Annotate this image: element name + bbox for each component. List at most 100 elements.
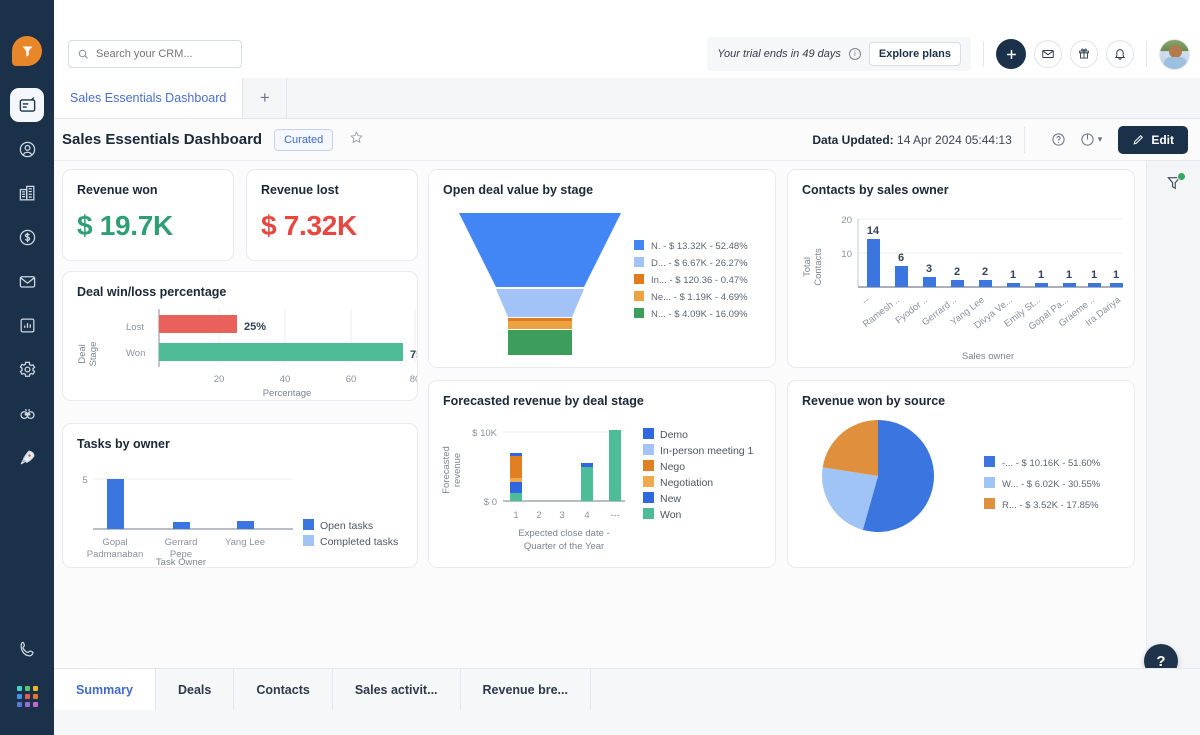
divider [983,41,984,67]
gift-icon[interactable] [1070,40,1098,68]
svg-text:20: 20 [841,215,852,226]
svg-text:Completed tasks: Completed tasks [320,536,398,548]
card-open-deal-value[interactable]: Open deal value by stage N. - $ 13.32K -… [428,169,776,368]
svg-text:Expected close date -: Expected close date - [518,528,609,539]
edit-button[interactable]: Edit [1118,125,1188,154]
tab-sales-essentials-dashboard[interactable]: Sales Essentials Dashboard [54,78,244,118]
search-box[interactable] [68,40,242,68]
help-circle-icon[interactable] [1051,132,1066,147]
phone-icon[interactable] [10,632,44,666]
svg-text:In-person meeting 1: In-person meeting 1 [660,445,754,457]
svg-text:Stage: Stage [88,342,99,367]
trial-banner: Your trial ends in 49 days i Explore pla… [707,37,971,71]
svg-text:Padmanaban: Padmanaban [87,549,144,560]
bell-icon[interactable] [1106,40,1134,68]
divider-2 [1146,41,1147,67]
card-title: Revenue won by source [802,394,946,408]
left-nav-rail [0,0,54,735]
card-forecasted-revenue[interactable]: Forecasted revenue by deal stage Forecas… [428,380,776,568]
card-title: Revenue won [77,183,158,197]
svg-text:New: New [660,493,681,505]
favorite-star-icon[interactable] [349,130,364,150]
search-icon [78,49,88,59]
sidebar-item-deals[interactable] [10,220,44,254]
chart-contacts-by-sales-owner: Total Contacts 20 10 14 6 3 2 2 1 1 1 1 … [802,215,1123,362]
filter-check-icon[interactable] [1166,172,1186,668]
card-contacts-by-sales-owner[interactable]: Contacts by sales owner Total Contacts 2… [787,169,1135,368]
svg-text:1: 1 [513,510,518,521]
apps-grid-icon[interactable] [16,686,38,707]
card-revenue-won[interactable]: Revenue won $ 19.7K [62,169,234,261]
svg-text:Won: Won [126,348,145,359]
svg-text:20: 20 [214,374,225,385]
sidebar-item-notes[interactable] [10,88,44,122]
svg-text:4: 4 [584,510,589,521]
svg-text:N. - $ 13.32K - 52.48%: N. - $ 13.32K - 52.48% [651,241,748,252]
pie-legend: -... - $ 10.16K - 51.60% W... - $ 6.02K … [984,456,1101,511]
sidebar-item-bot[interactable] [10,396,44,430]
dashboard-canvas: Revenue won $ 19.7K Revenue lost $ 7.32K… [54,161,1146,668]
svg-text:D... - $ 6.67K - 26.27%: D... - $ 6.67K - 26.27% [651,258,748,269]
svg-text:Yang Lee: Yang Lee [225,537,265,548]
svg-text:Ne... - $ 1.19K - 4.69%: Ne... - $ 1.19K - 4.69% [651,292,748,303]
svg-text:R... - $ 3.52K - 17.85%: R... - $ 3.52K - 17.85% [1002,500,1099,511]
sidebar-item-reports[interactable] [10,308,44,342]
search-input[interactable] [96,48,233,60]
sidebar-item-contacts[interactable] [10,132,44,166]
refresh-interval-dropdown[interactable]: ▾ [1080,132,1103,147]
tab-summary[interactable]: Summary [54,669,156,710]
dashboard-header: Sales Essentials Dashboard Curated Data … [54,119,1200,161]
tab-deals[interactable]: Deals [156,669,235,710]
chart-open-deal-value-funnel: N. - $ 13.32K - 52.48% D... - $ 6.67K - … [459,213,748,355]
sidebar-item-email[interactable] [10,264,44,298]
sidebar-item-settings[interactable] [10,352,44,386]
bottom-tabbar: Summary Deals Contacts Sales activit... … [54,668,1200,735]
sidebar-item-rocket[interactable] [10,440,44,474]
revenue-lost-value: $ 7.32K [261,210,357,241]
chart-tasks-by-owner: 5 Gopal Padmanaban Gerrard Pepe Yang Lee… [82,475,398,567]
svg-text:N... - $ 4.09K - 16.09%: N... - $ 4.09K - 16.09% [651,309,748,320]
card-tasks-by-owner[interactable]: Tasks by owner 5 Gopal Padmanaban Gerrar… [62,423,418,568]
svg-text:1: 1 [1091,269,1097,281]
info-icon[interactable]: i [848,48,861,60]
svg-text:2: 2 [982,266,988,278]
svg-text:Deal: Deal [77,344,88,364]
card-deal-win-loss[interactable]: Deal win/loss percentage Deal Stage Lost… [62,271,418,401]
add-icon[interactable] [996,39,1026,69]
freshworks-logo-icon[interactable] [12,36,42,66]
explore-plans-button[interactable]: Explore plans [868,42,961,66]
svg-text:In... - $ 120.36 - 0.47%: In... - $ 120.36 - 0.47% [651,275,748,286]
card-revenue-lost[interactable]: Revenue lost $ 7.32K [246,169,418,261]
avatar[interactable] [1159,38,1190,70]
svg-text:1: 1 [1066,269,1072,281]
add-dashboard-tab-button[interactable]: + [243,78,288,118]
chevron-down-icon: ▾ [1097,134,1103,144]
chart-deal-win-loss: Deal Stage Lost Won 25% 75% 20 40 60 80 … [77,309,417,399]
svg-text:60: 60 [346,374,357,385]
page-title: Sales Essentials Dashboard [62,131,263,148]
card-title: Deal win/loss percentage [77,285,227,299]
svg-text:Contacts: Contacts [813,248,824,286]
svg-text:5: 5 [82,475,87,486]
tab-revenue-breakdown[interactable]: Revenue bre... [461,669,591,710]
svg-text:10: 10 [841,249,852,260]
svg-text:3: 3 [559,510,564,521]
window-chrome-strip [0,0,1200,30]
divider-3 [1023,126,1025,153]
svg-text:Won: Won [660,509,682,521]
dashboard-tabstrip: Sales Essentials Dashboard + [54,78,1200,119]
svg-text:1: 1 [1010,269,1016,281]
svg-text:2: 2 [954,266,960,278]
mail-icon[interactable] [1034,40,1062,68]
sidebar-item-accounts[interactable] [10,176,44,210]
svg-text:1: 1 [1113,269,1119,281]
tab-sales-activity[interactable]: Sales activit... [333,669,461,710]
svg-text:Gopal: Gopal [102,537,127,548]
svg-text:$ 0: $ 0 [484,497,497,508]
edit-button-label: Edit [1151,132,1174,147]
svg-text:40: 40 [280,374,291,385]
svg-text:-... - $ 10.16K - 51.60%: -... - $ 10.16K - 51.60% [1002,458,1101,469]
card-revenue-won-by-source[interactable]: Revenue won by source -... - $ 10.16K - … [787,380,1135,568]
tab-contacts[interactable]: Contacts [234,669,333,710]
svg-text:Total: Total [802,257,813,277]
